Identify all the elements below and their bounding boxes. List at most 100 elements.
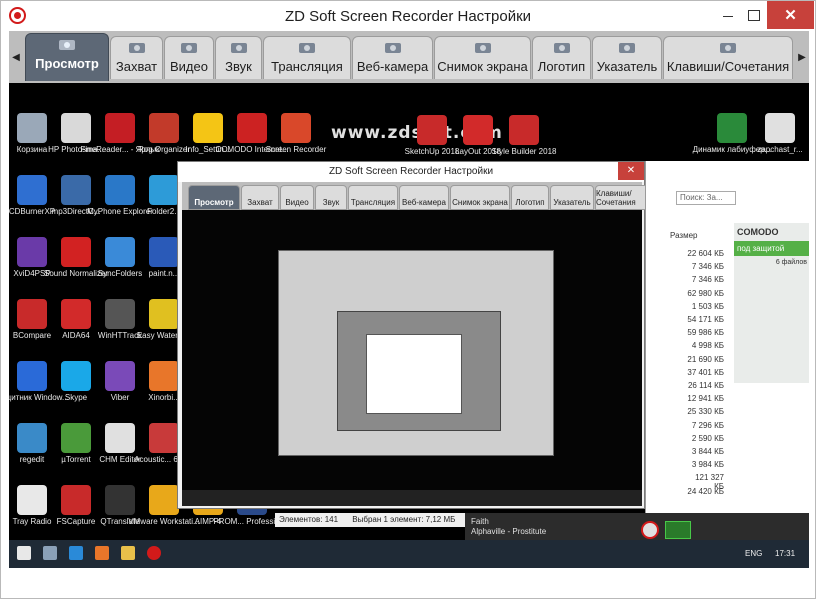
file-size: 12 941 КБ [687, 394, 724, 404]
desktop-icon: Skype [53, 361, 99, 402]
nested-tab: Логотип [511, 185, 549, 210]
app-icon [765, 113, 795, 143]
nested-tab: Веб-камера [399, 185, 449, 210]
desktop-icon: Screen Recorder [266, 113, 326, 154]
firefox-icon [95, 546, 109, 560]
taskview-icon [43, 546, 57, 560]
tab-8[interactable]: Указатель [592, 36, 662, 79]
file-size: 7 346 КБ [691, 262, 724, 272]
desktop-icon-label: Tray Radio [12, 517, 52, 526]
tab-5[interactable]: Веб-камера [352, 36, 433, 79]
tab-label: Логотип [537, 59, 586, 74]
nested-tab: Снимок экрана [450, 185, 510, 210]
nested-level-4 [366, 334, 462, 414]
nested-tab: Видео [280, 185, 314, 210]
nested-recorder-window: ZD Soft Screen Recorder Настройки ✕ Прос… [177, 161, 655, 509]
desktop-icon: Tray Radio [9, 485, 55, 526]
desktop-icon-label: Screen Recorder [265, 145, 327, 154]
pointer-icon [616, 40, 638, 56]
file-size: 7 296 КБ [691, 420, 724, 430]
desktop-icon-label: Skype [64, 393, 88, 402]
file-explorer-window: Поиск: За... Размер 22 604 КБ 7 346 КБ 7 3… [645, 161, 809, 519]
app-icon [61, 361, 91, 391]
taskbar-time: 17:31 [775, 549, 796, 558]
explorer-search-input[interactable]: Поиск: За... [676, 191, 736, 205]
tab-7[interactable]: Логотип [532, 36, 591, 79]
app-icon [17, 485, 47, 515]
folder-icon [121, 546, 135, 560]
taskbar-lang: ENG [745, 549, 763, 558]
tab-4[interactable]: Трансляция [263, 36, 351, 79]
app-icon [105, 113, 135, 143]
desktop-icon-label: AIDA64 [62, 331, 90, 340]
tab-1[interactable]: Захват [110, 36, 163, 79]
app-icon [105, 485, 135, 515]
nested-level-2 [278, 250, 554, 456]
close-button[interactable]: ✕ [767, 1, 814, 29]
app-icon [17, 237, 47, 267]
desktop-icon-label: Style Builder 2018 [491, 147, 557, 156]
track-artist: Faith [471, 517, 489, 526]
tab-label: Трансляция [271, 59, 343, 74]
file-size: 24 420 КБ [687, 486, 724, 496]
nested-tab: Захват [241, 185, 279, 210]
app-icon [61, 237, 91, 267]
file-size: 21 690 КБ [687, 354, 724, 364]
app-icon [17, 175, 47, 205]
app-icon [61, 113, 91, 143]
app-icon [717, 113, 747, 143]
tab-9[interactable]: Клавиши/Сочетания [663, 36, 793, 79]
app-icon [61, 175, 91, 205]
desktop-icon-label: µTorrent [61, 455, 91, 464]
maximize-button[interactable] [740, 1, 768, 29]
app-icon [105, 423, 135, 453]
app-icon [61, 299, 91, 329]
desktop-icon: Viber [97, 361, 143, 402]
video-camera-icon [178, 40, 200, 56]
desktop-icon-label: SketchUp 2018 [404, 147, 460, 156]
app-icon [17, 299, 47, 329]
size-column-header[interactable]: Размер [670, 231, 698, 240]
tab-label: Звук [225, 59, 252, 74]
desktop-icon-label: Viber [110, 393, 130, 402]
window-title: ZD Soft Screen Recorder Настройки [284, 8, 532, 25]
broadcast-icon [296, 40, 318, 56]
scroll-right-icon[interactable]: ▶ [795, 45, 809, 69]
start-icon [17, 546, 31, 560]
tab-2[interactable]: Видео [164, 36, 214, 79]
nested-close-icon: ✕ [618, 162, 644, 180]
tab-label: Захват [115, 59, 158, 74]
desktop-icon: FineReader... - Ярлык [81, 113, 160, 154]
tab-6[interactable]: Снимок экрана [434, 36, 531, 79]
desktop-icon-label: Корзина [16, 145, 48, 154]
desktop-icon-label: CDBurnerXP [9, 207, 56, 216]
minimize-button[interactable] [714, 1, 742, 29]
desktop-icon: zapchast_r... [757, 113, 803, 154]
desktop-taskbar: ENG 17:31 [9, 540, 809, 568]
app-window: ZD Soft Screen Recorder Настройки ✕ ◀ Пр… [0, 0, 816, 599]
nested-tab: Трансляция [348, 185, 398, 210]
file-size: 25 330 КБ [687, 407, 724, 417]
app-icon [149, 113, 179, 143]
music-note-icon [228, 40, 250, 56]
webcam-icon [382, 40, 404, 56]
desktop-icon: µTorrent [53, 423, 99, 464]
tab-label: Клавиши/Сочетания [666, 59, 790, 74]
app-icon [17, 113, 47, 143]
app-icon [149, 237, 179, 267]
tab-label: Указатель [596, 59, 658, 74]
ie-icon [69, 546, 83, 560]
file-size: 22 604 КБ [687, 249, 724, 258]
tab-0[interactable]: Просмотр [25, 33, 109, 81]
tab-3[interactable]: Звук [215, 36, 262, 79]
preview-area: www.zdsoft.com КорзинаHP Photosma...Fine… [9, 83, 809, 568]
level-meter-icon [665, 521, 691, 539]
file-size: 1 503 КБ [691, 301, 724, 311]
recorder-taskbar-icon [147, 546, 161, 560]
desktop-icon-label: Rog Organizer [137, 145, 191, 154]
app-icon [509, 115, 539, 145]
desktop-icon: CDBurnerXP [9, 175, 55, 216]
nested-taskbar [182, 490, 642, 506]
scroll-left-icon[interactable]: ◀ [9, 45, 23, 69]
comodo-widget: COMODO под защитой 6 файлов [734, 223, 809, 383]
